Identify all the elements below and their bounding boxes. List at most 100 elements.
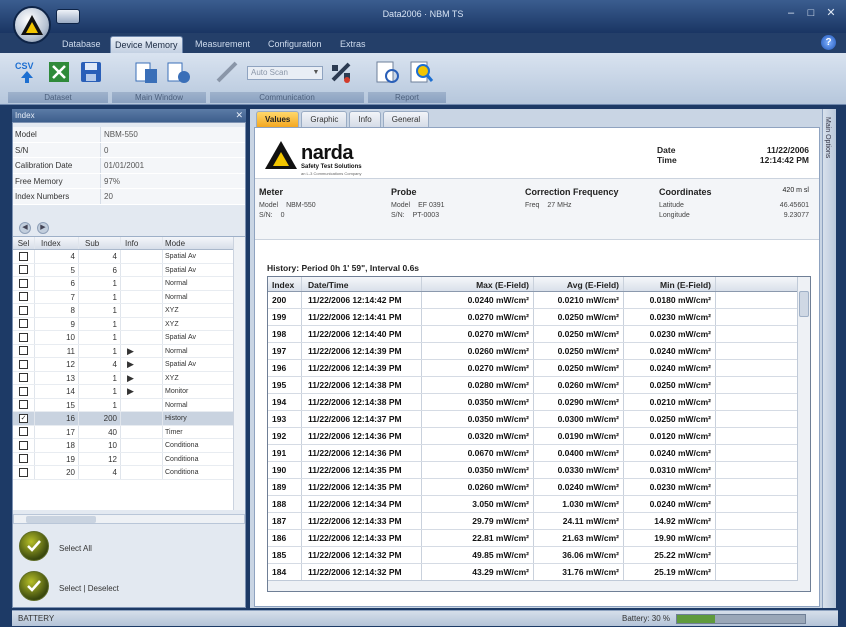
index-row[interactable]: 17 40 Timer [13, 425, 245, 439]
index-row[interactable]: 13 1 ▶ XYZ [13, 371, 245, 385]
history-row[interactable]: 184 11/22/2006 12:14:32 PM 43.29 mW/cm² 31.… [268, 564, 810, 581]
minimize-button[interactable]: – [784, 6, 798, 20]
index-row[interactable]: 11 1 ▶ Normal [13, 344, 245, 358]
scroll-thumb[interactable] [799, 291, 809, 317]
index-row[interactable]: 14 1 ▶ Monitor [13, 385, 245, 399]
column-header-sub[interactable]: Sub [79, 237, 121, 249]
select-checkbox[interactable]: ✓ [19, 413, 28, 423]
transfer-device-icon[interactable] [134, 59, 160, 85]
select-checkbox[interactable] [19, 373, 28, 383]
index-row[interactable]: 9 1 XYZ [13, 317, 245, 331]
select-checkbox[interactable] [19, 386, 28, 396]
history-row[interactable]: 187 11/22/2006 12:14:33 PM 29.79 mW/cm² 24.… [268, 513, 810, 530]
tab-graphic[interactable]: Graphic [301, 111, 348, 127]
maximize-button[interactable]: □ [804, 6, 818, 20]
save-icon[interactable] [78, 59, 104, 85]
menu-tab-measurement[interactable]: Measurement [191, 36, 254, 53]
history-row[interactable]: 198 11/22/2006 12:14:40 PM 0.0270 mW/cm² 0.… [268, 326, 810, 343]
connect-icon[interactable] [214, 59, 240, 85]
history-row[interactable]: 197 11/22/2006 12:14:39 PM 0.0260 mW/cm² 0.… [268, 343, 810, 360]
index-row[interactable]: 12 4 ▶ Spatial Av [13, 358, 245, 372]
index-row[interactable]: 4 4 Spatial Av [13, 250, 245, 264]
property-label: Calibration Date [13, 158, 101, 173]
column-header-datetime[interactable]: Date/Time [302, 277, 422, 291]
column-header-max[interactable]: Max (E-Field) [422, 277, 534, 291]
index-row[interactable]: ✓ 16 200 History [13, 412, 245, 426]
satellite-icon[interactable] [328, 59, 354, 85]
select-checkbox[interactable] [19, 332, 28, 342]
index-row[interactable]: 18 10 Conditiona [13, 439, 245, 453]
tab-values[interactable]: Values [256, 111, 300, 127]
history-row[interactable]: 194 11/22/2006 12:14:38 PM 0.0350 mW/cm² 0.… [268, 394, 810, 411]
history-row[interactable]: 193 11/22/2006 12:14:37 PM 0.0350 mW/cm² 0.… [268, 411, 810, 428]
tab-info[interactable]: Info [349, 111, 381, 127]
excel-export-icon[interactable] [46, 59, 72, 85]
history-row[interactable]: 191 11/22/2006 12:14:36 PM 0.0670 mW/cm² 0.… [268, 445, 810, 462]
select-checkbox[interactable] [19, 440, 28, 450]
index-row[interactable]: 7 1 Normal [13, 290, 245, 304]
menu-tab-device-memory[interactable]: Device Memory [110, 36, 183, 53]
scroll-thumb[interactable] [26, 516, 96, 523]
index-row[interactable]: 5 6 Spatial Av [13, 263, 245, 277]
select-checkbox[interactable] [19, 427, 28, 437]
select-checkbox[interactable] [19, 346, 28, 356]
pin-icon[interactable]: ✕ [235, 109, 243, 122]
history-row[interactable]: 195 11/22/2006 12:14:38 PM 0.0280 mW/cm² 0.… [268, 377, 810, 394]
select-checkbox[interactable] [19, 278, 28, 288]
csv-export-icon[interactable]: CSV [14, 59, 40, 85]
meter-model: NBM-550 [286, 202, 316, 209]
history-row[interactable]: 186 11/22/2006 12:14:33 PM 22.81 mW/cm² 21.… [268, 530, 810, 547]
history-row[interactable]: 199 11/22/2006 12:14:41 PM 0.0270 mW/cm² 0.… [268, 309, 810, 326]
preview-report-icon[interactable] [408, 59, 434, 85]
print-report-icon[interactable] [374, 59, 400, 85]
select-checkbox[interactable] [19, 319, 28, 329]
index-row[interactable]: 6 1 Normal [13, 277, 245, 291]
history-row[interactable]: 189 11/22/2006 12:14:35 PM 0.0260 mW/cm² 0.… [268, 479, 810, 496]
select-checkbox[interactable] [19, 467, 28, 477]
application-menu-button[interactable] [13, 6, 51, 44]
select-checkbox[interactable] [19, 359, 28, 369]
select-checkbox[interactable] [19, 454, 28, 464]
select-checkbox[interactable] [19, 305, 28, 315]
index-grid-scrollbar[interactable] [233, 237, 245, 510]
select-checkbox[interactable] [19, 292, 28, 302]
main-options-sidebar[interactable]: Main Options [822, 109, 836, 608]
select-checkbox[interactable] [19, 251, 28, 261]
history-row[interactable]: 196 11/22/2006 12:14:39 PM 0.0270 mW/cm² 0.… [268, 360, 810, 377]
history-row[interactable]: 188 11/22/2006 12:14:34 PM 3.050 mW/cm² 1.0… [268, 496, 810, 513]
index-grid-hscrollbar[interactable] [13, 514, 245, 524]
previous-icon[interactable]: ◀ [19, 222, 31, 234]
select-deselect-button[interactable] [19, 571, 49, 601]
tab-general[interactable]: General [382, 111, 430, 127]
column-header-index[interactable]: Index [268, 277, 302, 291]
history-row[interactable]: 190 11/22/2006 12:14:35 PM 0.0350 mW/cm² 0.… [268, 462, 810, 479]
column-header-index[interactable]: Index [35, 237, 79, 249]
info-cell [121, 412, 163, 425]
next-icon[interactable]: ▶ [37, 222, 49, 234]
close-button[interactable]: ✕ [824, 6, 838, 20]
column-header-avg[interactable]: Avg (E-Field) [534, 277, 624, 291]
index-row[interactable]: 20 4 Conditiona [13, 466, 245, 480]
history-row[interactable]: 192 11/22/2006 12:14:36 PM 0.0320 mW/cm² 0.… [268, 428, 810, 445]
index-row[interactable]: 15 1 Normal [13, 398, 245, 412]
menu-tab-extras[interactable]: Extras [336, 36, 370, 53]
help-icon[interactable]: ? [821, 35, 836, 50]
index-row[interactable]: 8 1 XYZ [13, 304, 245, 318]
index-row[interactable]: 19 12 Conditiona [13, 452, 245, 466]
auto-scan-dropdown[interactable]: Auto Scan ▼ [247, 66, 323, 80]
history-table-scrollbar[interactable] [797, 277, 810, 591]
column-header-sel[interactable]: Sel [13, 237, 35, 249]
history-table-hscrollbar[interactable] [268, 580, 798, 591]
column-header-info[interactable]: Info [121, 237, 163, 249]
history-row[interactable]: 185 11/22/2006 12:14:32 PM 49.85 mW/cm² 36.… [268, 547, 810, 564]
select-checkbox[interactable] [19, 265, 28, 275]
select-checkbox[interactable] [19, 400, 28, 410]
index-row[interactable]: 10 1 Spatial Av [13, 331, 245, 345]
menu-tab-configuration[interactable]: Configuration [264, 36, 326, 53]
menu-tab-database[interactable]: Database [58, 36, 105, 53]
history-row[interactable]: 200 11/22/2006 12:14:42 PM 0.0240 mW/cm² 0.… [268, 292, 810, 309]
column-header-mode[interactable]: Mode [163, 237, 233, 249]
column-header-min[interactable]: Min (E-Field) [624, 277, 716, 291]
download-data-icon[interactable] [166, 59, 192, 85]
select-all-button[interactable] [19, 531, 49, 561]
